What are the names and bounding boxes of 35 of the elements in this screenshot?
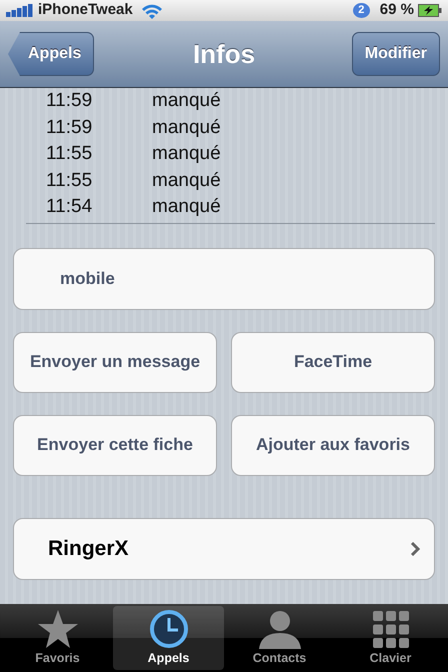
- person-icon: [256, 609, 302, 650]
- action-button[interactable]: Envoyer un message: [13, 332, 217, 392]
- tab-item[interactable]: Contacts: [224, 606, 335, 670]
- call-status: manqué: [152, 195, 221, 219]
- call-status: manqué: [152, 89, 221, 113]
- call-status: manqué: [152, 168, 221, 192]
- battery-charging-icon: [418, 4, 442, 17]
- keypad-icon: [372, 611, 408, 650]
- carrier-name: iPhoneTweak: [38, 0, 133, 20]
- tab-item[interactable]: Clavier: [335, 606, 446, 670]
- call-time: 11:55: [46, 142, 94, 166]
- call-status: manqué: [152, 116, 221, 140]
- clock-icon: [148, 609, 188, 650]
- action-button[interactable]: Ajouter aux favoris: [231, 414, 435, 476]
- screen-title: Infos: [192, 38, 256, 70]
- battery-percent: 69 %: [380, 0, 414, 20]
- call-time: 11:59: [46, 89, 94, 113]
- signal-icon: [6, 4, 34, 17]
- star-icon: [36, 609, 78, 650]
- back-button[interactable]: Appels: [8, 32, 94, 76]
- action-button[interactable]: Envoyer cette fiche: [13, 414, 217, 476]
- call-status: manqué: [152, 142, 221, 166]
- tab-item[interactable]: Favoris: [2, 606, 113, 670]
- action-button[interactable]: FaceTime: [231, 332, 435, 392]
- app-row[interactable]: RingerX: [13, 518, 435, 580]
- app-name: RingerX: [48, 536, 129, 562]
- tab-item[interactable]: Appels: [113, 606, 224, 670]
- call-time: 11:55: [46, 168, 94, 192]
- chevron-icon: [410, 542, 420, 556]
- notification-badge: 2: [352, 3, 370, 18]
- call-time: 11:59: [46, 116, 94, 140]
- wifi-icon: [140, 2, 163, 18]
- edit-button[interactable]: Modifier: [352, 32, 440, 76]
- phone-label-button[interactable]: mobile: [13, 248, 435, 310]
- call-time: 11:54: [46, 195, 94, 219]
